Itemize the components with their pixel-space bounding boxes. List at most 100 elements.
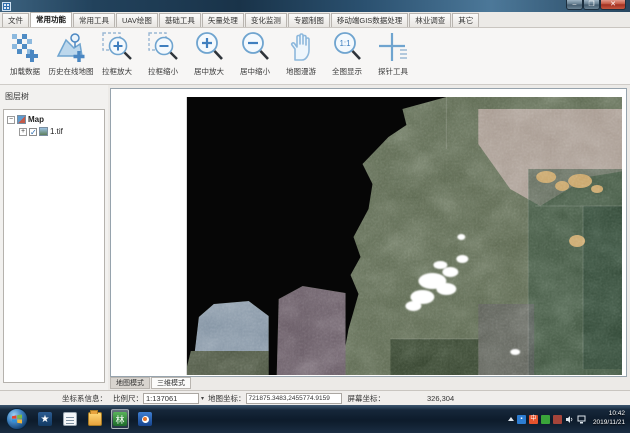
scale-label: 比例尺： — [113, 393, 143, 404]
tree-node-raster[interactable]: + ✓ 1.tif — [16, 127, 104, 136]
raster-layer-icon — [39, 127, 48, 136]
tool-label: 居中缩小 — [240, 66, 270, 77]
tool-label: 探针工具 — [378, 66, 408, 77]
tab-thematic-mapping[interactable]: 专题制图 — [288, 13, 330, 27]
app-window-icon — [2, 2, 11, 11]
center-zoom-in-icon — [192, 30, 226, 64]
scale-value-field[interactable]: 1:137061 — [143, 393, 199, 404]
tab-change-monitoring[interactable]: 变化监测 — [245, 13, 287, 27]
layer-panel-title: 图层树 — [0, 85, 108, 102]
screen-coord-label: 屏幕坐标： — [348, 393, 386, 404]
tab-basic-tools[interactable]: 基础工具 — [159, 13, 201, 27]
tool-label: 拉框放大 — [102, 66, 132, 77]
tool-label: 居中放大 — [194, 66, 224, 77]
tab-3d-mode[interactable]: 三维模式 — [151, 377, 191, 389]
content-area: 图层树 − Map + ✓ 1.tif — [0, 85, 630, 390]
center-zoom-in-button[interactable]: 居中放大 — [186, 30, 232, 82]
pinned-app-star[interactable]: ★ — [36, 409, 54, 429]
media-app-icon — [138, 412, 152, 426]
view-mode-tabs: 地图模式 三维模式 — [110, 377, 192, 390]
status-bar: 坐标系信息： 比例尺： 1:137061 ▾ 地图坐标： 721875.3483… — [0, 390, 630, 405]
load-data-button[interactable]: 加载数据 — [2, 30, 48, 82]
center-zoom-out-icon — [238, 30, 272, 64]
volume-icon[interactable] — [565, 415, 574, 424]
map-canvas[interactable] — [111, 89, 626, 376]
antivirus-icon[interactable] — [541, 415, 550, 424]
full-extent-icon: 1:1 — [330, 30, 364, 64]
star-app-icon: ★ — [38, 412, 52, 426]
tool-label: 地图漫游 — [286, 66, 316, 77]
start-button[interactable] — [6, 408, 28, 430]
pinned-app-media[interactable] — [136, 409, 154, 429]
expand-toggle-icon[interactable]: + — [19, 128, 27, 136]
forest-gis-app[interactable]: 林 — [111, 409, 129, 429]
tree-node-label[interactable]: 1.tif — [50, 127, 63, 136]
map-node-icon — [17, 115, 26, 124]
load-data-icon — [8, 30, 42, 64]
tab-vector-processing[interactable]: 矢量处理 — [202, 13, 244, 27]
tree-node-label[interactable]: Map — [28, 115, 44, 124]
tab-uav-mapping[interactable]: UAV绘图 — [116, 13, 158, 27]
windows-logo-icon — [11, 413, 23, 425]
tab-common-functions[interactable]: 常用功能 — [30, 12, 72, 27]
layer-tree: − Map + ✓ 1.tif — [3, 109, 105, 383]
box-zoom-in-icon — [100, 30, 134, 64]
clock-time: 10:42 — [593, 410, 625, 419]
tab-mobile-gis-data[interactable]: 移动端GIS数据处理 — [331, 13, 408, 27]
pinned-apps: ★ 林 — [36, 409, 154, 429]
coord-system-label: 坐标系信息： — [62, 393, 107, 404]
windows-taskbar: ★ 林 ▪ 中 — [0, 405, 630, 433]
map-coord-value-field: 721875.3483,2455774.9159 — [246, 393, 342, 404]
scale-dropdown-icon[interactable]: ▾ — [201, 395, 204, 402]
close-button[interactable]: ✕ — [600, 0, 626, 10]
history-online-map-button[interactable]: 历史在线地图 — [48, 30, 94, 82]
tab-file[interactable]: 文件 — [2, 13, 29, 27]
folder-icon — [88, 412, 102, 426]
map-view[interactable] — [110, 88, 627, 377]
tool-label: 加载数据 — [10, 66, 40, 77]
tab-map-mode[interactable]: 地图模式 — [110, 377, 150, 389]
svg-text:1:1: 1:1 — [339, 39, 351, 48]
history-online-map-icon — [54, 30, 88, 64]
tray-expand-icon[interactable] — [508, 417, 514, 421]
center-zoom-out-button[interactable]: 居中缩小 — [232, 30, 278, 82]
layer-panel: 图层树 − Map + ✓ 1.tif — [0, 85, 108, 390]
pinned-app-explorer[interactable] — [86, 409, 104, 429]
box-zoom-out-icon — [146, 30, 180, 64]
maximize-button[interactable]: ❐ — [583, 0, 600, 10]
map-pan-icon — [284, 30, 318, 64]
probe-tool-icon — [376, 30, 410, 64]
tool-label: 拉框缩小 — [148, 66, 178, 77]
title-bar: – ❐ ✕ — [0, 0, 630, 12]
ime-indicator-icon[interactable]: 中 — [529, 415, 538, 424]
box-zoom-in-button[interactable]: 拉框放大 — [94, 30, 140, 82]
taskbar-clock[interactable]: 10:42 2019/11/21 — [593, 410, 625, 428]
flag-icon[interactable] — [553, 415, 562, 424]
forest-app-icon: 林 — [113, 412, 127, 426]
system-tray: ▪ 中 10:42 2019/11/21 — [508, 410, 630, 428]
tool-label: 全图显示 — [332, 66, 362, 77]
tab-common-tools[interactable]: 常用工具 — [73, 13, 115, 27]
tab-other[interactable]: 其它 — [452, 13, 479, 27]
clock-date: 2019/11/21 — [593, 419, 625, 428]
network-icon[interactable] — [577, 415, 586, 424]
map-coord-label: 地图坐标： — [208, 393, 246, 404]
ribbon-tab-bar: 文件 常用功能 常用工具 UAV绘图 基础工具 矢量处理 变化监测 专题制图 移… — [0, 12, 630, 28]
screen-coord-value: 326,304 — [427, 394, 454, 403]
pinned-app-notepad[interactable] — [61, 409, 79, 429]
map-pan-button[interactable]: 地图漫游 — [278, 30, 324, 82]
window-controls: – ❐ ✕ — [566, 0, 626, 10]
probe-tool-button[interactable]: 探针工具 — [370, 30, 416, 82]
main-toolbar: 加载数据 历史在线地图 拉框放大 — [0, 28, 630, 85]
tab-forestry-survey[interactable]: 林业调查 — [409, 13, 451, 27]
layer-visibility-checkbox[interactable]: ✓ — [29, 128, 37, 136]
tray-app-icon[interactable]: ▪ — [517, 415, 526, 424]
box-zoom-out-button[interactable]: 拉框缩小 — [140, 30, 186, 82]
minimize-button[interactable]: – — [566, 0, 583, 10]
tree-node-map[interactable]: − Map — [4, 115, 104, 124]
collapse-toggle-icon[interactable]: − — [7, 116, 15, 124]
application-window: – ❐ ✕ 文件 常用功能 常用工具 UAV绘图 基础工具 矢量处理 变化监测 … — [0, 0, 630, 433]
notepad-icon — [63, 412, 77, 426]
tool-label: 历史在线地图 — [49, 66, 94, 77]
full-extent-button[interactable]: 1:1 全图显示 — [324, 30, 370, 82]
